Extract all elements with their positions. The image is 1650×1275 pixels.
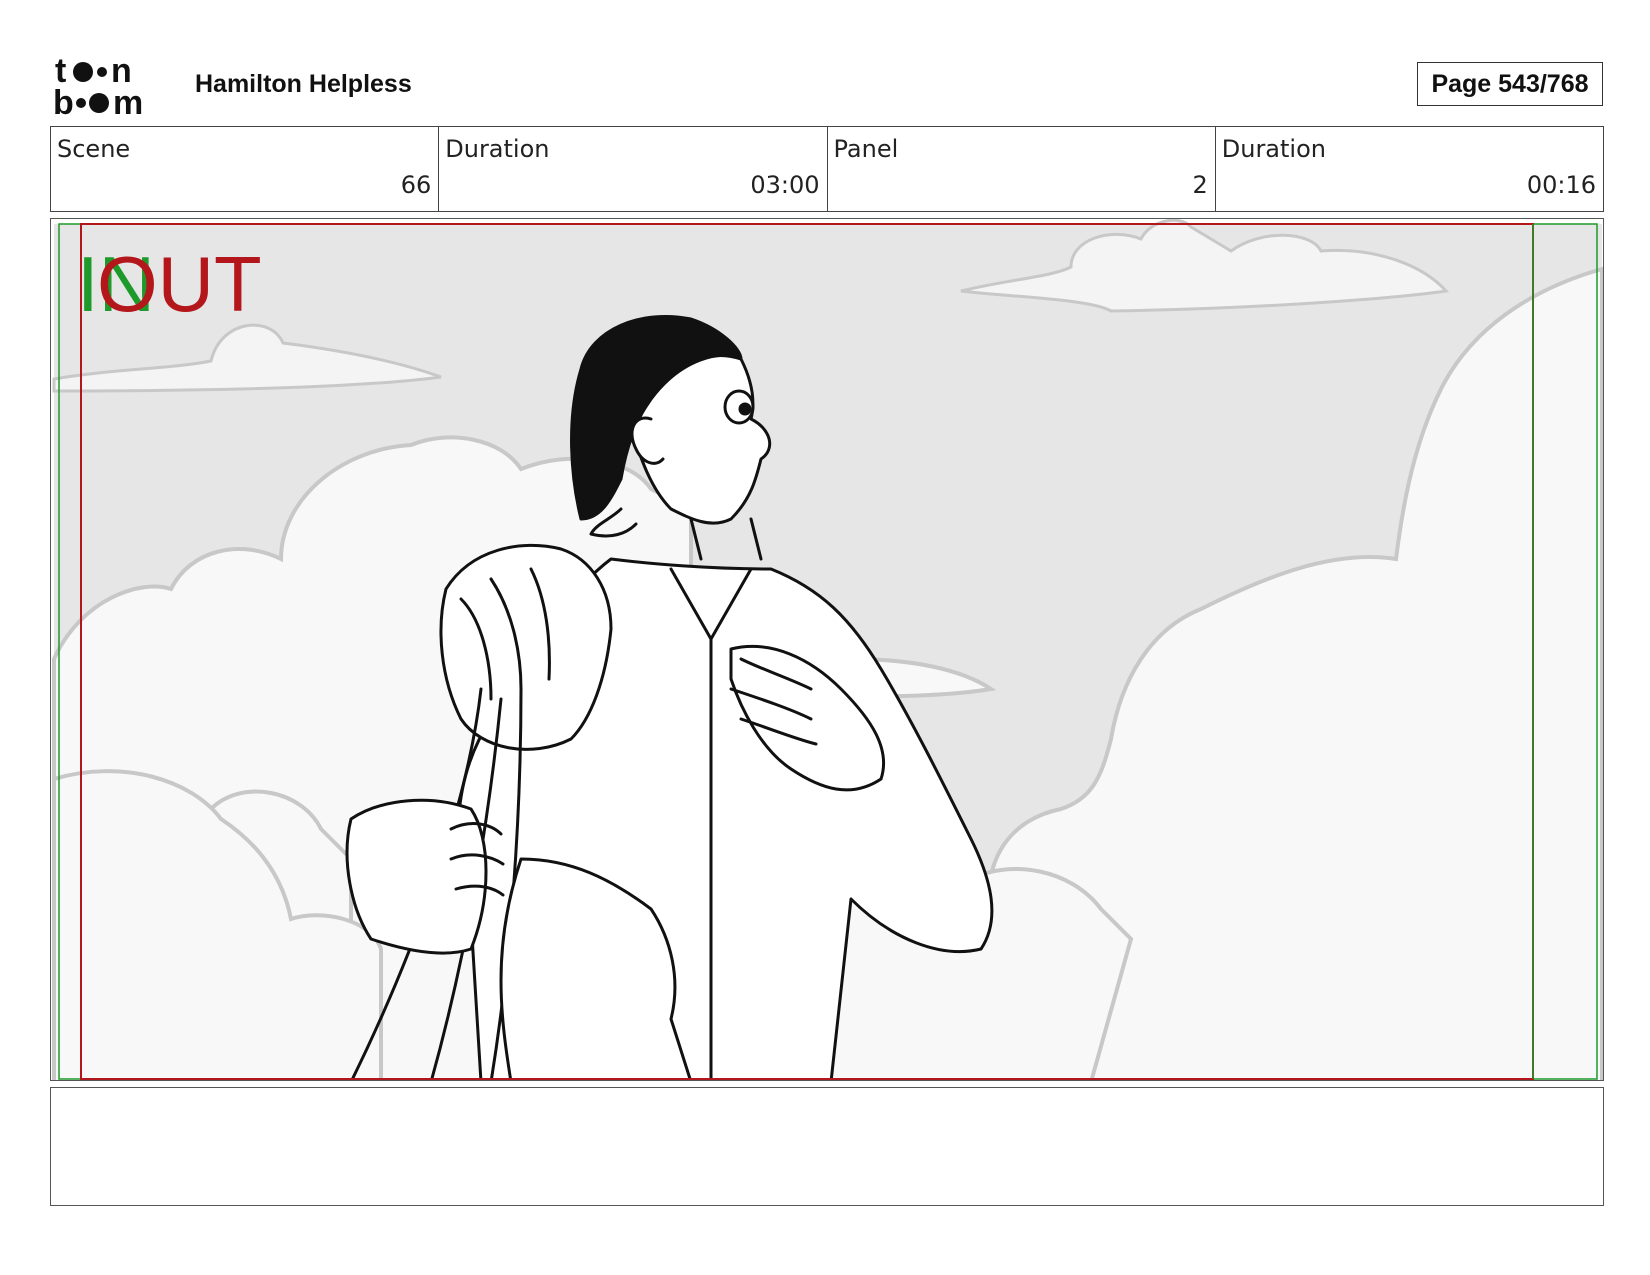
storyboard-panel: IN OUT [50, 218, 1604, 1081]
page-indicator: Page 543/768 [1417, 62, 1603, 106]
panel-duration-label: Duration [1221, 135, 1326, 163]
svg-text:m: m [113, 84, 143, 116]
scene-info-table: Scene 66 Duration 03:00 Panel 2 Duration… [50, 126, 1604, 212]
toonboom-logo: t n b m [53, 54, 143, 116]
panel-artwork: IN OUT [52, 219, 1603, 1080]
panel-cell: Panel 2 [828, 127, 1216, 211]
panel-value: 2 [1192, 171, 1208, 199]
out-marker: OUT [97, 240, 262, 328]
project-title: Hamilton Helpless [195, 70, 412, 98]
panel-duration-value: 00:16 [1526, 171, 1596, 199]
scene-value: 66 [400, 171, 432, 199]
panel-label: Panel [833, 135, 899, 163]
scene-cell: Scene 66 [51, 127, 440, 211]
scene-duration-label: Duration [445, 135, 550, 163]
svg-text:b: b [53, 84, 74, 116]
panel-notes-box[interactable] [50, 1087, 1604, 1206]
scene-label: Scene [57, 135, 131, 163]
panel-duration-cell: Duration 00:16 [1216, 127, 1603, 211]
scene-duration-cell: Duration 03:00 [439, 127, 828, 211]
scene-duration-value: 03:00 [750, 171, 820, 199]
